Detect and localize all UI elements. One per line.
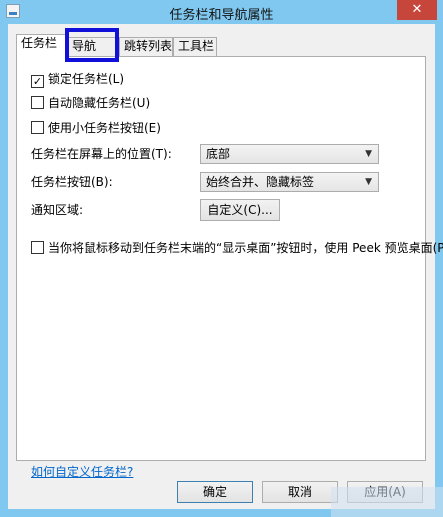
location-value: 底部 [206,147,231,161]
ok-button[interactable]: 确定 [177,481,253,503]
customize-notifications-button[interactable]: 自定义(C)... [200,199,280,221]
navigation-tab-highlight [65,28,119,62]
small-buttons-option[interactable]: 使用小任务栏按钮(E) [31,120,161,136]
title-bar[interactable]: 任务栏和导航属性 ✕ [0,0,443,24]
notification-area-label: 通知区域: [31,203,84,217]
location-select[interactable]: 底部 ▼ [200,144,379,164]
tab-taskbar[interactable]: 任务栏 [16,34,67,57]
peek-label: 当你将鼠标移动到任务栏末端的“显示桌面”按钮时，使用 Peek 预览桌面(P) [48,241,443,255]
taskbar-buttons-select[interactable]: 始终合并、隐藏标签 ▼ [200,172,379,192]
small-buttons-label: 使用小任务栏按钮(E) [48,121,161,135]
close-button[interactable]: ✕ [397,0,437,20]
small-buttons-checkbox[interactable] [31,121,44,134]
lock-taskbar-checkbox[interactable]: ✓ [31,75,44,88]
chevron-down-icon: ▼ [365,149,372,159]
watermark-overlay [331,487,443,517]
dialog-window: 任务栏和导航属性 ✕ 任务栏 导航 跳转列表 工具栏 ✓ 锁定任务栏(L) 自动隐… [0,0,443,517]
peek-option[interactable]: 当你将鼠标移动到任务栏末端的“显示桌面”按钮时，使用 Peek 预览桌面(P) [31,240,443,256]
auto-hide-option[interactable]: 自动隐藏任务栏(U) [31,95,150,111]
chevron-down-icon: ▼ [365,177,372,187]
taskbar-tab-panel: ✓ 锁定任务栏(L) 自动隐藏任务栏(U) 使用小任务栏按钮(E) 任务栏在屏幕上… [16,56,443,479]
peek-checkbox[interactable] [31,241,44,254]
lock-taskbar-label: 锁定任务栏(L) [48,72,125,86]
tab-jump-lists[interactable]: 跳转列表 [119,37,173,56]
auto-hide-checkbox[interactable] [31,96,44,109]
customize-help-link[interactable]: 如何自定义任务栏? [31,463,133,480]
auto-hide-label: 自动隐藏任务栏(U) [48,96,151,110]
tab-toolbars[interactable]: 工具栏 [173,37,217,56]
cancel-button[interactable]: 取消 [262,481,338,503]
taskbar-buttons-label: 任务栏按钮(B): [31,175,113,189]
lock-taskbar-option[interactable]: ✓ 锁定任务栏(L) [31,71,125,88]
taskbar-buttons-value: 始终合并、隐藏标签 [206,175,315,189]
location-label: 任务栏在屏幕上的位置(T): [31,147,172,161]
dialog-client: 任务栏 导航 跳转列表 工具栏 ✓ 锁定任务栏(L) 自动隐藏任务栏(U) 使用小… [8,24,443,509]
window-title: 任务栏和导航属性 [169,8,274,23]
